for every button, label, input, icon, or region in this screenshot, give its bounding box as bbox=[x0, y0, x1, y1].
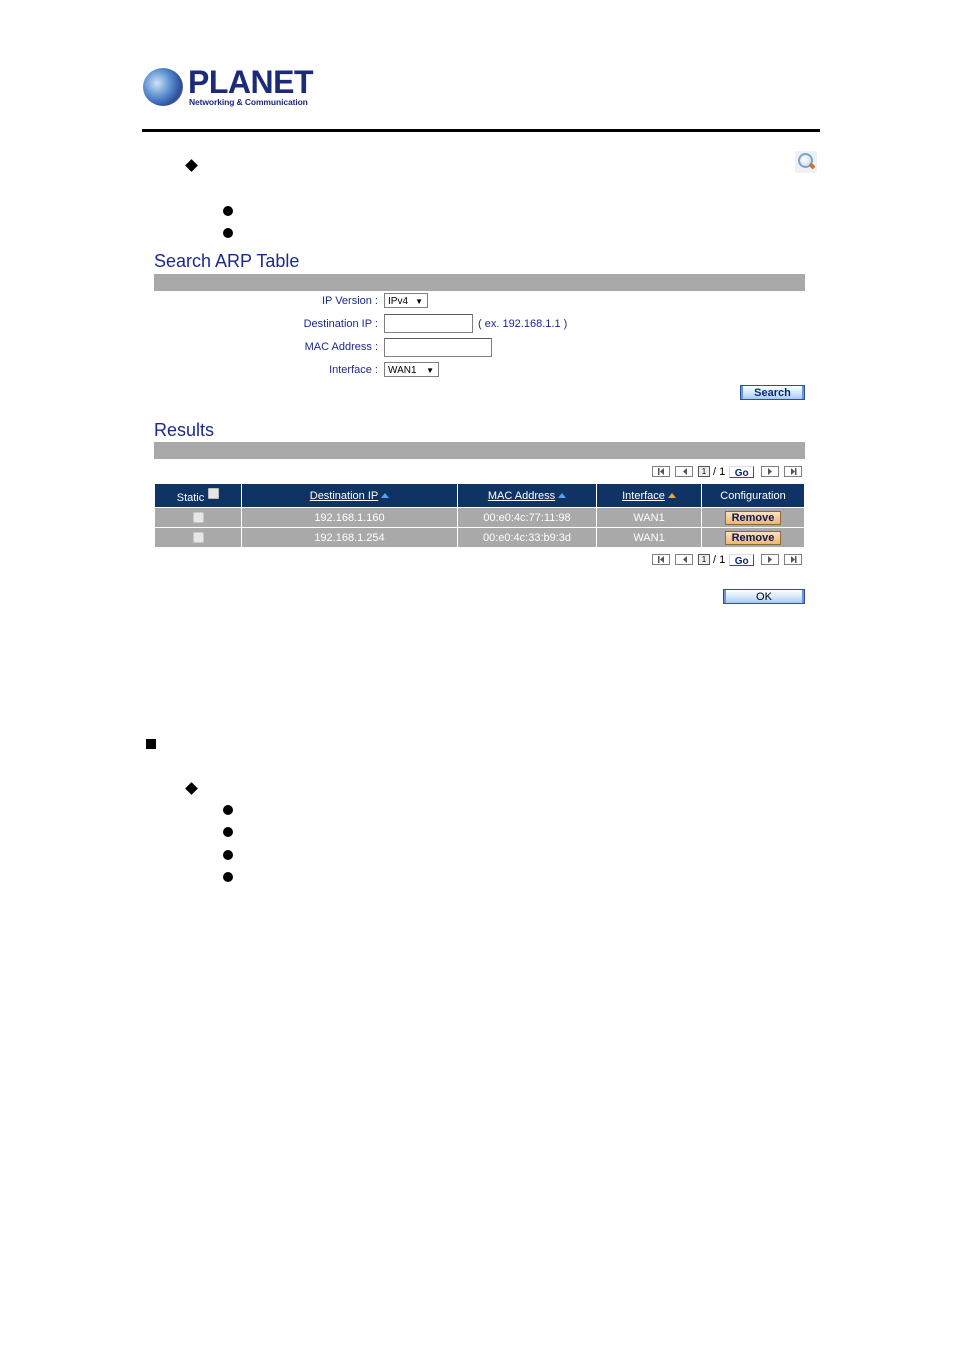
interface-select[interactable]: WAN1 ▼ bbox=[384, 362, 439, 377]
header-divider bbox=[142, 129, 820, 132]
magnifier-icon bbox=[795, 151, 817, 173]
page-total: / 1 bbox=[713, 553, 726, 566]
table-row: 192.168.1.160 00:e0:4c:77:11:98 WAN1 Rem… bbox=[154, 507, 805, 528]
diamond-bullet-icon bbox=[185, 782, 198, 795]
interface-cell: WAN1 bbox=[596, 507, 702, 528]
configuration-cell: Remove bbox=[701, 507, 805, 528]
remove-button[interactable]: Remove bbox=[725, 530, 781, 545]
remove-button[interactable]: Remove bbox=[725, 510, 781, 525]
column-configuration: Configuration bbox=[701, 483, 805, 508]
destination-ip-cell: 192.168.1.160 bbox=[241, 507, 458, 528]
configuration-cell: Remove bbox=[701, 527, 805, 548]
sort-destination-ip-link[interactable]: Destination IP bbox=[310, 490, 378, 502]
prev-page-button[interactable] bbox=[675, 466, 693, 477]
planet-logo-globe bbox=[143, 68, 183, 106]
column-destination-ip[interactable]: Destination IP bbox=[241, 483, 458, 508]
destination-ip-input[interactable] bbox=[384, 314, 473, 333]
mac-address-cell: 00:e0:4c:33:b9:3d bbox=[457, 527, 597, 548]
round-bullet-icon bbox=[223, 805, 233, 815]
pager-bottom: 1 / 1 Go bbox=[652, 553, 807, 567]
page-total: / 1 bbox=[713, 465, 726, 478]
destination-ip-cell: 192.168.1.254 bbox=[241, 527, 458, 548]
static-checkbox[interactable] bbox=[192, 532, 204, 544]
results-title: Results bbox=[154, 420, 215, 440]
mac-address-label: MAC Address : bbox=[304, 341, 378, 353]
static-checkbox[interactable] bbox=[192, 512, 204, 524]
square-bullet-icon bbox=[146, 739, 156, 749]
results-header-bar bbox=[154, 442, 805, 459]
table-header-row: Static Destination IP MAC Address Interf… bbox=[154, 483, 805, 508]
column-mac-address[interactable]: MAC Address bbox=[457, 483, 597, 508]
mac-address-input[interactable] bbox=[384, 338, 492, 357]
round-bullet-icon bbox=[223, 228, 233, 238]
dropdown-arrow-icon: ▼ bbox=[415, 297, 423, 306]
interface-value: WAN1 bbox=[388, 365, 417, 376]
round-bullet-icon bbox=[223, 850, 233, 860]
sort-mac-address-link[interactable]: MAC Address bbox=[488, 490, 555, 502]
go-button[interactable]: Go bbox=[729, 465, 755, 479]
page-number-input[interactable]: 1 bbox=[698, 554, 710, 565]
first-page-button[interactable] bbox=[652, 554, 670, 565]
prev-page-button[interactable] bbox=[675, 554, 693, 565]
diamond-bullet-icon bbox=[185, 159, 198, 172]
static-cell bbox=[154, 527, 242, 548]
arp-results-table: Static Destination IP MAC Address Interf… bbox=[154, 483, 805, 548]
round-bullet-icon bbox=[223, 827, 233, 837]
last-page-button[interactable] bbox=[784, 554, 803, 565]
sort-asc-icon bbox=[381, 492, 390, 498]
destination-ip-label: Destination IP : bbox=[303, 318, 378, 330]
next-page-button[interactable] bbox=[761, 466, 780, 477]
last-page-button[interactable] bbox=[784, 466, 803, 477]
search-arp-table-title: Search ARP Table bbox=[154, 251, 300, 271]
ok-button[interactable]: OK bbox=[723, 589, 805, 604]
search-header-bar bbox=[154, 274, 805, 291]
search-button[interactable]: Search bbox=[740, 385, 805, 400]
round-bullet-icon bbox=[223, 206, 233, 216]
sort-active-icon bbox=[667, 492, 676, 498]
first-page-button[interactable] bbox=[652, 466, 670, 477]
ip-version-select[interactable]: IPv4 ▼ bbox=[384, 293, 428, 308]
sort-asc-icon bbox=[558, 492, 567, 498]
next-page-button[interactable] bbox=[761, 554, 780, 565]
static-cell bbox=[154, 507, 242, 528]
dropdown-arrow-icon: ▼ bbox=[426, 366, 434, 375]
ip-version-label: IP Version : bbox=[321, 295, 378, 307]
mac-address-cell: 00:e0:4c:77:11:98 bbox=[457, 507, 597, 528]
interface-label: Interface : bbox=[329, 364, 378, 376]
destination-ip-hint: ( ex. 192.168.1.1 ) bbox=[478, 318, 568, 330]
round-bullet-icon bbox=[223, 872, 233, 882]
planet-logo-wordmark: PLANET bbox=[188, 64, 314, 100]
page-number-input[interactable]: 1 bbox=[698, 466, 710, 477]
ip-version-value: IPv4 bbox=[388, 296, 409, 307]
pager-top: 1 / 1 Go bbox=[652, 465, 807, 479]
go-button[interactable]: Go bbox=[729, 553, 755, 567]
column-static: Static bbox=[154, 483, 242, 508]
sort-interface-link[interactable]: Interface bbox=[622, 490, 665, 502]
select-all-checkbox[interactable] bbox=[208, 487, 220, 499]
table-row: 192.168.1.254 00:e0:4c:33:b9:3d WAN1 Rem… bbox=[154, 527, 805, 548]
interface-cell: WAN1 bbox=[596, 527, 702, 548]
planet-logo-tagline: Networking & Communication bbox=[189, 97, 308, 107]
column-interface[interactable]: Interface bbox=[596, 483, 702, 508]
